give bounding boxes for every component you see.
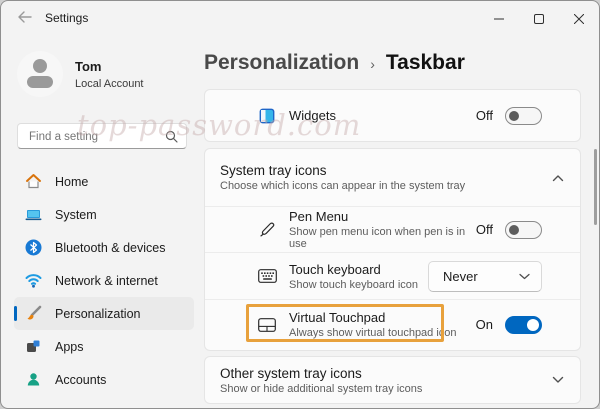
home-icon — [25, 173, 42, 190]
keyboard-icon — [257, 269, 277, 283]
widgets-state-label: Off — [476, 108, 493, 123]
sidebar-item-label: Bluetooth & devices — [55, 241, 166, 255]
apps-icon — [25, 338, 42, 355]
sidebar-item-label: Network & internet — [55, 274, 158, 288]
touch-keyboard-title: Touch keyboard — [289, 262, 418, 277]
sidebar-item-accounts[interactable]: Accounts — [14, 363, 194, 396]
other-tray-title: Other system tray icons — [220, 366, 422, 381]
window-title: Settings — [45, 11, 88, 25]
system-tray-header-row[interactable]: System tray icons Choose which icons can… — [205, 149, 580, 206]
accounts-icon — [25, 371, 42, 388]
maximize-icon[interactable] — [519, 1, 559, 37]
scrollbar-thumb[interactable] — [594, 149, 597, 225]
pen-icon — [257, 221, 277, 238]
breadcrumb-parent[interactable]: Personalization — [204, 51, 359, 75]
sidebar: Tom Local Account Home System — [1, 37, 197, 408]
touch-keyboard-dropdown[interactable]: Never — [428, 261, 542, 292]
sidebar-item-network[interactable]: Network & internet — [14, 264, 194, 297]
network-icon — [25, 272, 42, 289]
touch-keyboard-subtitle: Show touch keyboard icon — [289, 279, 418, 291]
sidebar-item-label: Apps — [55, 340, 84, 354]
widgets-toggle[interactable] — [505, 107, 542, 125]
search-box[interactable] — [17, 123, 187, 149]
sidebar-item-label: Accounts — [55, 373, 106, 387]
bluetooth-icon — [25, 239, 42, 256]
system-tray-title: System tray icons — [220, 163, 465, 178]
system-tray-subtitle: Choose which icons can appear in the sys… — [220, 180, 465, 192]
back-icon[interactable] — [15, 10, 35, 28]
pen-menu-toggle[interactable] — [505, 221, 542, 239]
sidebar-item-personalization[interactable]: Personalization — [14, 297, 194, 330]
close-icon[interactable] — [559, 1, 599, 37]
page-title: Taskbar — [386, 51, 465, 75]
search-icon — [165, 130, 178, 148]
virtual-touchpad-subtitle: Always show virtual touchpad icon — [289, 327, 457, 339]
widgets-card: Widgets Off — [204, 89, 581, 142]
breadcrumb-separator-icon: › — [370, 56, 375, 72]
user-name: Tom — [75, 59, 101, 74]
sidebar-item-apps[interactable]: Apps — [14, 330, 194, 363]
chevron-down-icon[interactable] — [552, 371, 564, 389]
settings-window: Settings Tom Local Account — [0, 0, 600, 409]
window-controls — [479, 1, 599, 37]
selection-accent-bar — [14, 306, 17, 321]
pen-menu-state-label: Off — [476, 222, 493, 237]
sidebar-item-home[interactable]: Home — [14, 165, 194, 198]
titlebar: Settings — [1, 1, 599, 37]
chevron-down-icon — [519, 273, 530, 280]
widgets-icon — [257, 108, 277, 124]
other-tray-card: Other system tray icons Show or hide add… — [204, 356, 581, 404]
touch-keyboard-row[interactable]: Touch keyboard Show touch keyboard icon … — [205, 252, 580, 299]
system-icon — [25, 206, 42, 223]
personalization-icon — [25, 305, 42, 322]
virtual-touchpad-state-label: On — [476, 317, 493, 332]
sidebar-item-system[interactable]: System — [14, 198, 194, 231]
dropdown-selected-value: Never — [443, 269, 478, 284]
virtual-touchpad-row[interactable]: Virtual Touchpad Always show virtual tou… — [205, 299, 580, 349]
widgets-label: Widgets — [289, 108, 336, 123]
user-account-type: Local Account — [75, 78, 144, 90]
search-input[interactable] — [27, 125, 169, 149]
breadcrumb: Personalization › Taskbar — [204, 51, 465, 75]
virtual-touchpad-title: Virtual Touchpad — [289, 310, 457, 325]
chevron-up-icon[interactable] — [552, 169, 564, 187]
sidebar-item-label: Home — [55, 175, 88, 189]
pen-menu-title: Pen Menu — [289, 209, 476, 224]
pen-menu-subtitle: Show pen menu icon when pen is in use — [289, 226, 476, 250]
sidebar-item-label: Personalization — [55, 307, 140, 321]
avatar[interactable] — [17, 51, 63, 97]
sidebar-nav: Home System Bluetooth & devices — [14, 165, 194, 396]
widgets-row[interactable]: Widgets Off — [205, 90, 580, 141]
virtual-touchpad-toggle[interactable] — [505, 316, 542, 334]
other-tray-subtitle: Show or hide additional system tray icon… — [220, 383, 422, 395]
pen-menu-row[interactable]: Pen Menu Show pen menu icon when pen is … — [205, 206, 580, 252]
sidebar-item-bluetooth[interactable]: Bluetooth & devices — [14, 231, 194, 264]
system-tray-card: System tray icons Choose which icons can… — [204, 148, 581, 351]
touchpad-icon — [257, 318, 277, 332]
other-tray-header-row[interactable]: Other system tray icons Show or hide add… — [205, 357, 580, 403]
minimize-icon[interactable] — [479, 1, 519, 37]
sidebar-item-label: System — [55, 208, 97, 222]
